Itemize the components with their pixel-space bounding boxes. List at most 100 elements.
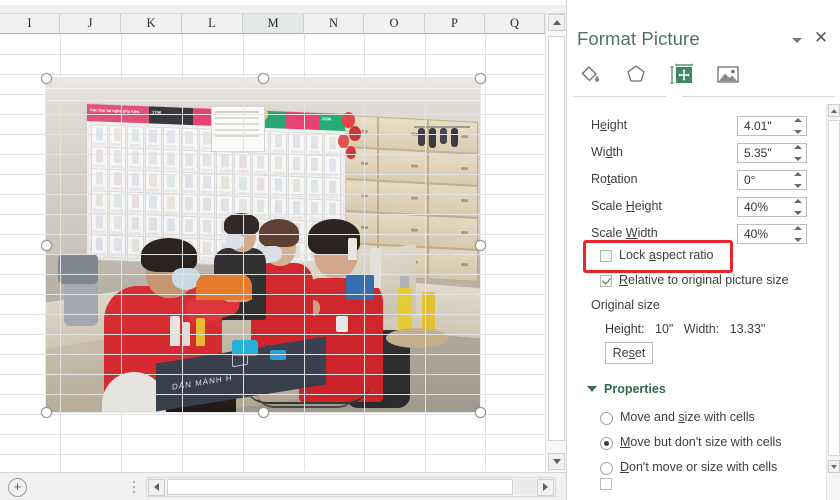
scroll-right-icon xyxy=(543,483,548,491)
handle-middle-left[interactable] xyxy=(41,240,52,251)
panel-icon-tabs xyxy=(573,56,833,92)
scale-width-spinner-arrows[interactable] xyxy=(793,226,803,242)
radio-row-move-and-size-with-cells[interactable]: Move and size with cells xyxy=(567,410,840,434)
vertical-scrollbar[interactable] xyxy=(545,14,566,471)
scroll-left-button[interactable] xyxy=(148,478,165,496)
vertical-scroll-thumb[interactable] xyxy=(548,36,565,441)
close-icon[interactable]: ✕ xyxy=(812,29,830,47)
column-header-m[interactable]: M xyxy=(243,14,304,33)
column-header-j[interactable]: J xyxy=(60,14,121,33)
grid-row-line xyxy=(0,114,545,115)
spinner-up-icon[interactable] xyxy=(794,118,802,122)
scroll-up-button[interactable] xyxy=(548,14,565,31)
rotation-stepper[interactable]: 0° xyxy=(737,170,807,190)
print-object-row-partial[interactable] xyxy=(567,478,840,500)
handle-bottom-left[interactable] xyxy=(41,407,52,418)
radio-row-move-but-dont-size-with-cells[interactable]: Move but don't size with cells xyxy=(567,435,840,459)
grid-column-line xyxy=(121,34,122,471)
relative-to-original-checkbox[interactable] xyxy=(600,275,612,287)
spinner-up-icon[interactable] xyxy=(794,226,802,230)
spinner-up-icon[interactable] xyxy=(794,145,802,149)
handle-top-right[interactable] xyxy=(475,73,486,84)
rotation-value: 0° xyxy=(744,173,756,187)
spinner-up-icon[interactable] xyxy=(794,172,802,176)
relative-to-original-row[interactable]: Relative to original picture size xyxy=(567,273,840,295)
panel-scroll-thumb[interactable] xyxy=(828,120,840,456)
handle-top-center[interactable] xyxy=(258,73,269,84)
horizontal-scroll-track[interactable] xyxy=(514,479,536,495)
cell-grid[interactable]: Các loại tai nghe phụ kiện 170K Mua sắm … xyxy=(0,34,545,471)
add-sheet-button[interactable]: + xyxy=(8,478,27,497)
tab-fill-and-line[interactable] xyxy=(573,58,607,90)
reset-button[interactable]: Reset xyxy=(605,342,653,364)
grid-column-line xyxy=(425,34,426,471)
handle-top-left[interactable] xyxy=(41,73,52,84)
spinner-down-icon[interactable] xyxy=(794,238,802,242)
scroll-down-button[interactable] xyxy=(548,453,565,470)
picture-selection[interactable]: Các loại tai nghe phụ kiện 170K Mua sắm … xyxy=(41,73,486,418)
top-strip xyxy=(0,0,566,14)
tab-effects[interactable] xyxy=(619,58,653,90)
grid-row-line xyxy=(0,254,545,255)
handle-bottom-right[interactable] xyxy=(475,407,486,418)
rotation-spinner-arrows[interactable] xyxy=(793,172,803,188)
panel-scroll-up-button[interactable] xyxy=(828,104,840,117)
spinner-up-icon[interactable] xyxy=(794,199,802,203)
column-header-n[interactable]: N xyxy=(304,14,364,33)
paint-bucket-icon xyxy=(581,66,600,82)
properties-section-header[interactable]: Properties xyxy=(587,382,666,396)
scale-width-stepper[interactable]: 40% xyxy=(737,224,807,244)
column-header-o[interactable]: O xyxy=(364,14,425,33)
width-stepper[interactable]: 5.35" xyxy=(737,143,807,163)
tab-divider-line xyxy=(573,96,835,97)
excel-window: IJKLMNOPQ Các loại tai nghe xyxy=(0,0,840,500)
spinner-down-icon[interactable] xyxy=(794,211,802,215)
column-header-row: IJKLMNOPQ xyxy=(0,14,545,34)
radio-label-move-and-size-with-cells: Move and size with cells xyxy=(620,410,755,424)
grid-column-line xyxy=(60,34,61,471)
grid-row-line xyxy=(0,94,545,95)
grid-row-line xyxy=(0,334,545,335)
grid-column-line xyxy=(485,34,486,471)
horizontal-scrollbar[interactable] xyxy=(146,477,556,497)
height-stepper[interactable]: 4.01" xyxy=(737,116,807,136)
inserted-picture[interactable]: Các loại tai nghe phụ kiện 170K Mua sắm … xyxy=(46,78,480,412)
grid-row-line xyxy=(0,434,545,435)
scale-height-stepper[interactable]: 40% xyxy=(737,197,807,217)
handle-bottom-center[interactable] xyxy=(258,407,269,418)
chevron-down-icon[interactable] xyxy=(790,33,804,47)
picture-icon xyxy=(717,66,739,83)
horizontal-scroll-thumb[interactable] xyxy=(167,479,513,495)
grid-column-line xyxy=(364,34,365,471)
radio-dont-move-or-size-with-cells[interactable] xyxy=(600,462,613,475)
scroll-right-button[interactable] xyxy=(537,478,554,496)
grid-row-line xyxy=(0,294,545,295)
height-spinner-arrows[interactable] xyxy=(793,118,803,134)
column-header-i[interactable]: I xyxy=(0,14,60,33)
grid-row-line xyxy=(0,234,545,235)
spinner-down-icon[interactable] xyxy=(794,184,802,188)
radio-move-and-size-with-cells[interactable] xyxy=(600,412,613,425)
scale-height-spinner-arrows[interactable] xyxy=(793,199,803,215)
grid-column-line xyxy=(243,34,244,471)
tab-picture[interactable] xyxy=(711,58,745,90)
column-header-l[interactable]: L xyxy=(182,14,243,33)
print-object-label xyxy=(619,478,622,491)
tab-size-and-properties[interactable] xyxy=(665,58,699,90)
spinner-down-icon[interactable] xyxy=(794,130,802,134)
tab-split-handle[interactable] xyxy=(131,479,136,495)
split-dot xyxy=(132,491,135,494)
panel-scroll-down-button[interactable] xyxy=(828,460,840,473)
column-header-q[interactable]: Q xyxy=(485,14,545,33)
panel-scrollbar[interactable] xyxy=(826,104,840,500)
column-header-p[interactable]: P xyxy=(425,14,485,33)
radio-move-but-dont-size-with-cells[interactable] xyxy=(600,437,613,450)
spinner-down-icon[interactable] xyxy=(794,157,802,161)
tab-underline xyxy=(573,92,835,102)
grid-row-line xyxy=(0,394,545,395)
handle-middle-right[interactable] xyxy=(475,240,486,251)
width-spinner-arrows[interactable] xyxy=(793,145,803,161)
column-header-k[interactable]: K xyxy=(121,14,182,33)
print-object-checkbox[interactable] xyxy=(600,478,612,490)
scale-width-value: 40% xyxy=(744,227,769,241)
